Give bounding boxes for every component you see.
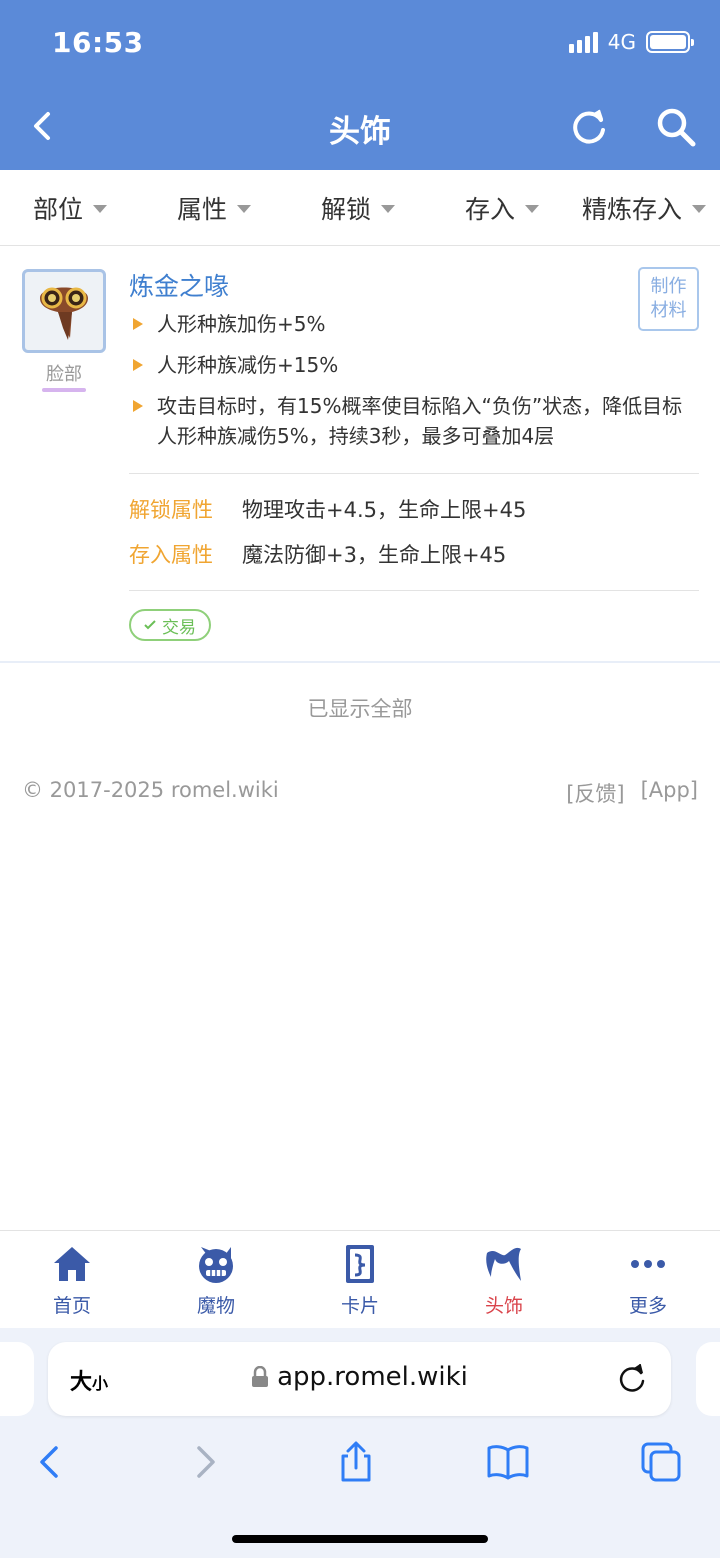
browser-toolbar: 大小 app.romel.wiki <box>0 1328 720 1558</box>
effect-text: 人形种族加伤+5% <box>157 312 326 336</box>
effect-item: 攻击目标时，有15%概率使目标陷入“负伤”状态，降低目标人形种族减伤5%，持续3… <box>129 391 699 451</box>
app-link[interactable]: [App] <box>641 778 698 808</box>
effect-list: 人形种族加伤+5% 人形种族减伤+15% 攻击目标时，有15%概率使目标陷入“负… <box>129 309 699 462</box>
tab-monsters[interactable]: 魔物 <box>144 1231 288 1329</box>
status-indicators: 4G <box>568 30 694 54</box>
attribute-value: 魔法防御+3，生命上限+45 <box>242 543 507 567</box>
filter-refine-deposit[interactable]: 精炼存入 <box>582 170 707 246</box>
list-item[interactable]: 脸部 炼金之喙 制作 材料 人形种族加伤+5% 人形种族减伤+15% 攻击目标时… <box>0 247 720 663</box>
bookmarks-icon[interactable] <box>486 1440 530 1484</box>
filter-label: 属性 <box>177 195 228 224</box>
filter-attribute[interactable]: 属性 <box>177 170 252 246</box>
tab-label: 更多 <box>628 1295 667 1317</box>
filter-slot[interactable]: 部位 <box>33 170 108 246</box>
effect-item: 人形种族加伤+5% <box>129 309 699 339</box>
caret-down-icon <box>381 205 396 213</box>
tab-label: 卡片 <box>340 1295 379 1317</box>
slot-label: 脸部 <box>46 364 82 385</box>
tab-home[interactable]: 首页 <box>0 1231 144 1329</box>
previous-tab-preview[interactable] <box>0 1342 34 1416</box>
cellular-signal-icon <box>568 31 598 53</box>
headwear-icon <box>486 1247 521 1281</box>
tab-bar: 首页 魔物 卡片 头饰 更多 <box>0 1230 720 1328</box>
tab-more[interactable]: 更多 <box>576 1231 720 1329</box>
divider <box>129 473 699 474</box>
bullet-triangle-icon <box>133 318 143 330</box>
browser-forward-icon[interactable] <box>183 1440 227 1484</box>
item-thumbnail[interactable] <box>22 269 106 353</box>
plague-mask-icon <box>40 287 88 340</box>
search-icon[interactable] <box>655 106 697 148</box>
trade-tag-label: 交易 <box>162 617 196 638</box>
url-display[interactable]: app.romel.wiki <box>48 1362 671 1392</box>
attribute-key: 解锁属性 <box>129 498 213 522</box>
card-icon <box>346 1245 374 1283</box>
header-bar: 16:53 4G 头饰 <box>0 0 720 170</box>
tab-headwear[interactable]: 头饰 <box>432 1231 576 1329</box>
footer-links: [反馈] [App] <box>566 778 698 808</box>
item-name[interactable]: 炼金之喙 <box>129 267 229 303</box>
next-tab-preview[interactable] <box>696 1342 720 1416</box>
bullet-triangle-icon <box>133 400 143 412</box>
page: 16:53 4G 头饰 部位 属性 解锁 存入 精炼存入 脸部 炼金之喙 制作 … <box>0 0 720 1558</box>
filter-bar: 部位 属性 解锁 存入 精炼存入 <box>0 170 720 246</box>
tabs-icon[interactable] <box>639 1440 683 1484</box>
trade-tag: 交易 <box>129 609 211 641</box>
caret-down-icon <box>525 205 540 213</box>
tab-label: 头饰 <box>484 1295 523 1317</box>
caret-down-icon <box>93 205 108 213</box>
copyright: © 2017-2025 romel.wiki <box>22 778 279 802</box>
lock-icon <box>252 1366 269 1387</box>
unlock-attribute: 解锁属性 物理攻击+4.5，生命上限+45 <box>129 494 526 524</box>
tab-label: 首页 <box>52 1295 91 1317</box>
status-time: 16:53 <box>52 26 144 59</box>
monster-icon <box>199 1247 233 1283</box>
check-icon <box>144 620 156 630</box>
slot-underline <box>42 388 86 392</box>
filter-label: 解锁 <box>321 195 372 224</box>
home-indicator <box>232 1535 488 1543</box>
tab-label: 魔物 <box>196 1295 235 1317</box>
home-icon <box>54 1247 90 1281</box>
more-icon <box>631 1260 665 1268</box>
badge-line: 制作 <box>650 276 687 297</box>
filter-label: 部位 <box>33 195 84 224</box>
refresh-icon[interactable] <box>570 108 608 146</box>
attribute-value: 物理攻击+4.5，生命上限+45 <box>242 498 527 522</box>
feedback-link[interactable]: [反馈] <box>566 778 624 808</box>
caret-down-icon <box>692 205 707 213</box>
effect-text: 攻击目标时，有15%概率使目标陷入“负伤”状态，降低目标人形种族减伤5%，持续3… <box>157 394 683 448</box>
divider <box>129 590 699 591</box>
network-type: 4G <box>607 30 636 54</box>
filter-deposit[interactable]: 存入 <box>465 170 540 246</box>
tab-cards[interactable]: 卡片 <box>288 1231 432 1329</box>
url-text: app.romel.wiki <box>277 1362 468 1392</box>
battery-icon <box>646 31 694 53</box>
bullet-triangle-icon <box>133 359 143 371</box>
share-icon[interactable] <box>334 1440 378 1484</box>
deposit-attribute: 存入属性 魔法防御+3，生命上限+45 <box>129 539 506 569</box>
reload-icon[interactable] <box>617 1364 647 1394</box>
effect-text: 人形种族减伤+15% <box>157 353 339 377</box>
browser-back-icon[interactable] <box>28 1440 72 1484</box>
filter-label: 存入 <box>465 195 516 224</box>
address-bar[interactable]: 大小 app.romel.wiki <box>48 1342 671 1416</box>
page-title: 头饰 <box>329 114 391 150</box>
effect-item: 人形种族减伤+15% <box>129 350 699 380</box>
attribute-key: 存入属性 <box>129 543 213 567</box>
list-end-text: 已显示全部 <box>307 697 413 721</box>
filter-unlock[interactable]: 解锁 <box>321 170 396 246</box>
caret-down-icon <box>237 205 252 213</box>
filter-label: 精炼存入 <box>582 195 683 224</box>
